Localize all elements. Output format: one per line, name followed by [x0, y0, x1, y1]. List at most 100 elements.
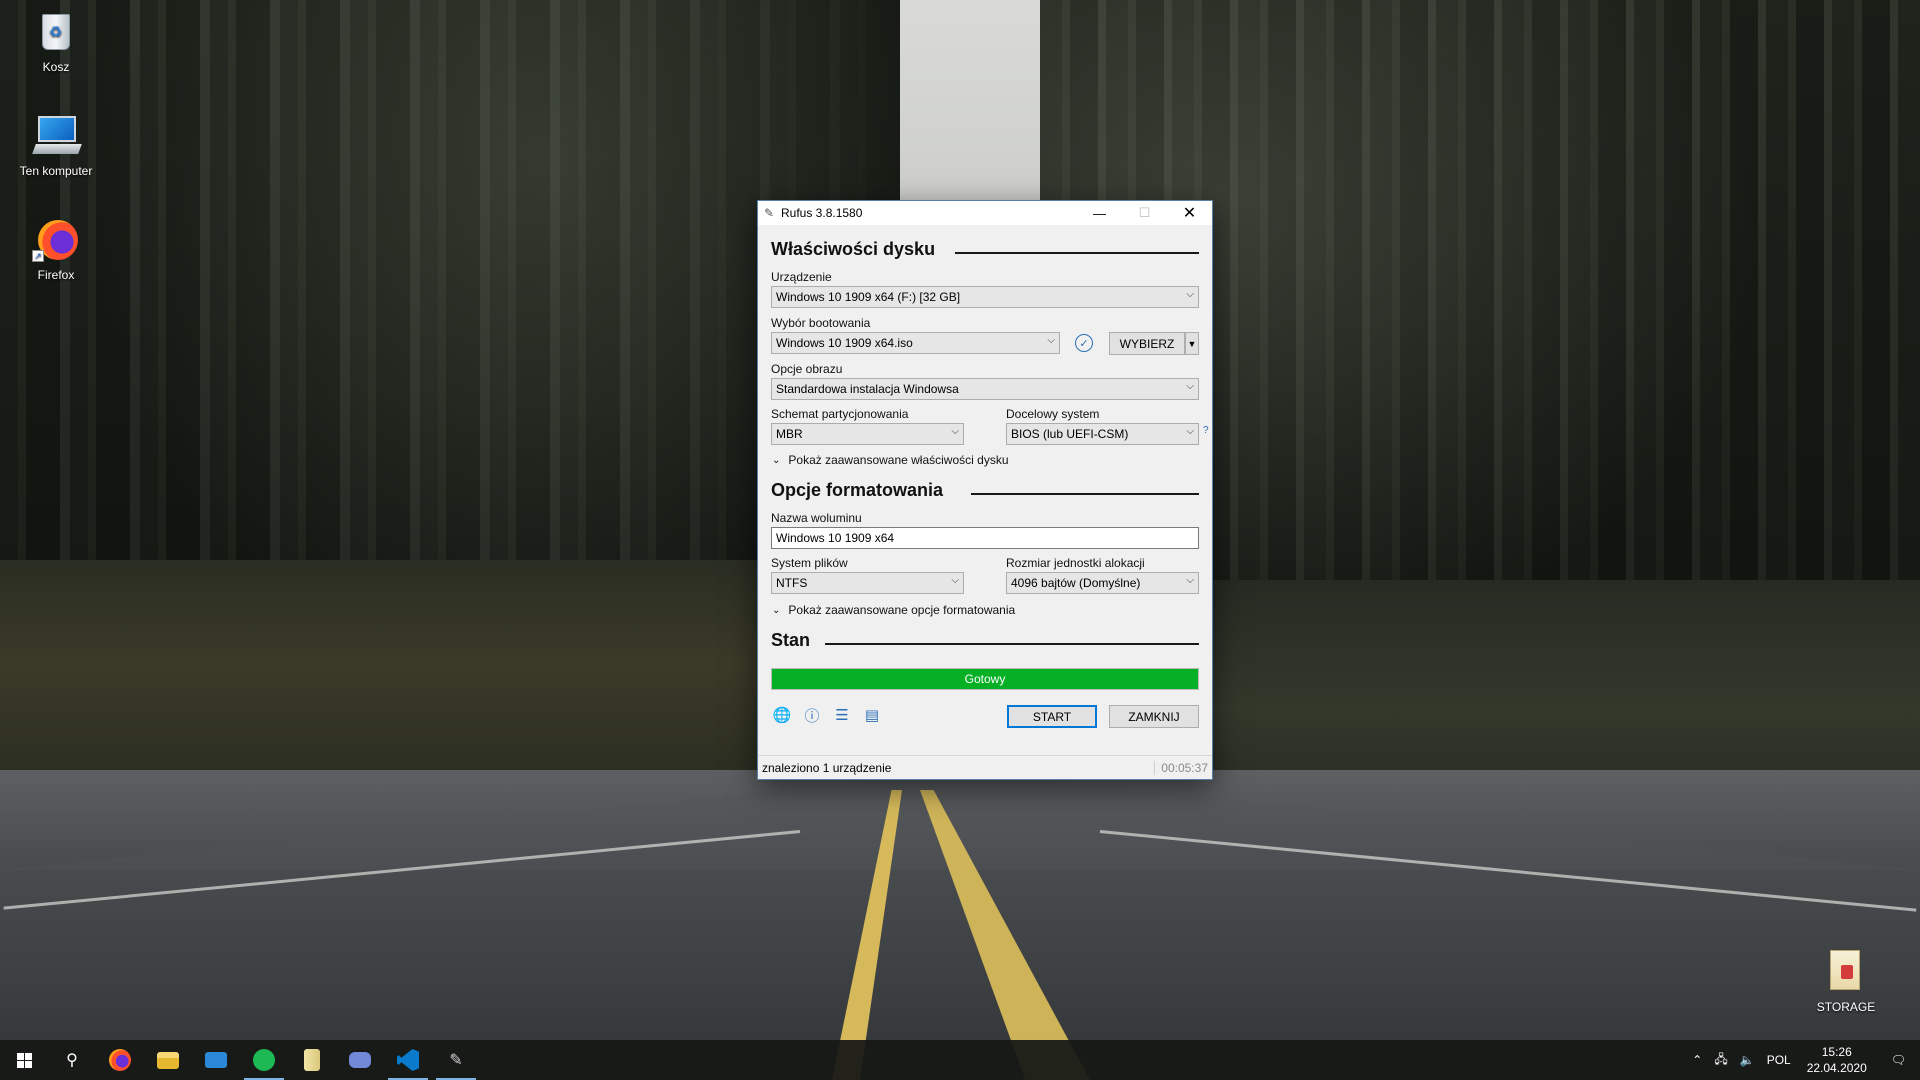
firefox-icon: ↗ [32, 216, 80, 264]
advanced-drive-properties-label: Pokaż zaawansowane właściwości dysku [788, 453, 1009, 467]
cluster-size-value: 4096 bajtów (Domyślne) [1011, 576, 1141, 590]
partition-scheme-value: MBR [776, 427, 803, 441]
select-button-label: WYBIERZ [1119, 336, 1175, 351]
close-button[interactable]: ZAMKNIJ [1109, 705, 1199, 728]
caret-down-icon: ▼ [1187, 338, 1197, 349]
boot-selection-value: Windows 10 1909 x64.iso [776, 336, 913, 350]
chevron-down-icon: ⌵ [1186, 575, 1194, 586]
maximize-icon: ☐ [1138, 205, 1151, 220]
recycle-bin-icon [32, 8, 80, 56]
search-icon: ⚲ [66, 1052, 78, 1069]
device-value: Windows 10 1909 x64 (F:) [32 GB] [776, 290, 961, 304]
clock-time: 15:26 [1821, 1045, 1852, 1059]
chevron-down-icon: ⌄ [772, 454, 781, 466]
image-option-value: Standardowa instalacja Windowsa [776, 382, 959, 396]
chevron-down-icon: ⌵ [1186, 426, 1194, 437]
start-button[interactable]: START [1007, 705, 1097, 728]
target-system-label: Docelowy system [1006, 407, 1100, 421]
chevron-down-icon: ⌵ [1186, 289, 1194, 300]
file-explorer-icon [157, 1051, 179, 1069]
elapsed-timer: 00:05:37 [1154, 761, 1208, 775]
vscode-icon [397, 1049, 419, 1071]
clock[interactable]: 15:26 22.04.2020 [1797, 1044, 1877, 1076]
taskbar-vscode[interactable] [384, 1040, 432, 1080]
computer-icon [32, 112, 82, 160]
taskbar: ⚲ ✎ ⌃ 🖧 🔈 POL 15:26 22.04.2020 🗨 [0, 1040, 1920, 1080]
target-system-value: BIOS (lub UEFI-CSM) [1011, 427, 1129, 441]
select-dropdown-button[interactable]: ▼ [1185, 332, 1199, 355]
log-table-icon[interactable]: ▤ [862, 705, 882, 725]
image-option-dropdown[interactable]: Standardowa instalacja Windowsa ⌵ [771, 378, 1199, 400]
device-label: Urządzenie [771, 270, 832, 284]
section-heading-status: Stan [771, 630, 811, 650]
window-body: Właściwości dysku Urządzenie Windows 10 … [758, 225, 1212, 755]
action-center-icon[interactable]: 🗨 [1877, 1053, 1920, 1067]
status-progress-bar: Gotowy [771, 668, 1199, 690]
taskbar-spotify[interactable] [240, 1040, 288, 1080]
rufus-window: ✎ Rufus 3.8.1580 — ☐ ✕ Właściwości dysku… [757, 200, 1213, 780]
partition-scheme-label: Schemat partycjonowania [771, 407, 909, 421]
taskbar-notepad[interactable] [288, 1040, 336, 1080]
tray-overflow-chevron-icon[interactable]: ⌃ [1686, 1053, 1708, 1067]
network-icon[interactable]: 🖧 [1708, 1050, 1733, 1071]
cluster-size-label: Rozmiar jednostki alokacji [1006, 556, 1145, 570]
taskbar-firefox[interactable] [96, 1040, 144, 1080]
spotify-icon [253, 1049, 275, 1071]
chevron-down-icon: ⌵ [1047, 335, 1055, 346]
device-dropdown[interactable]: Windows 10 1909 x64 (F:) [32 GB] ⌵ [771, 286, 1199, 308]
window-title: Rufus 3.8.1580 [781, 206, 863, 220]
volume-label-value: Windows 10 1909 x64 [776, 531, 895, 545]
advanced-format-options-label: Pokaż zaawansowane opcje formatowania [788, 603, 1016, 617]
minimize-icon: — [1093, 205, 1106, 221]
boot-selection-dropdown[interactable]: Windows 10 1909 x64.iso ⌵ [771, 332, 1060, 354]
desktop-icon-label: Ten komputer [19, 164, 93, 178]
storage-folder-icon [1822, 948, 1870, 996]
desktop-icon-label: STORAGE [1816, 1000, 1876, 1014]
file-system-dropdown[interactable]: NTFS ⌵ [771, 572, 964, 594]
window-titlebar[interactable]: ✎ Rufus 3.8.1580 — ☐ ✕ [758, 201, 1212, 225]
advanced-drive-properties-toggle[interactable]: ⌄ Pokaż zaawansowane właściwości dysku [772, 453, 1009, 467]
volume-label-label: Nazwa woluminu [771, 511, 862, 525]
desktop-icon-storage[interactable]: STORAGE [1806, 948, 1886, 1014]
language-globe-icon[interactable]: 🌐 [772, 705, 792, 725]
advanced-format-options-toggle[interactable]: ⌄ Pokaż zaawansowane opcje formatowania [772, 603, 1015, 617]
chevron-down-icon: ⌄ [772, 604, 781, 616]
windows-logo-icon [16, 1052, 32, 1068]
desktop-icon-label: Kosz [42, 60, 70, 74]
taskbar-discord[interactable] [336, 1040, 384, 1080]
taskbar-mail[interactable] [192, 1040, 240, 1080]
desktop-icon-firefox[interactable]: ↗ Firefox [16, 216, 96, 282]
maximize-button: ☐ [1122, 201, 1167, 225]
taskbar-rufus[interactable]: ✎ [432, 1040, 480, 1080]
about-info-icon[interactable]: ⓘ [802, 705, 822, 725]
notepad-icon [304, 1049, 320, 1071]
section-heading-drive-properties: Właściwości dysku [771, 239, 936, 259]
window-statusbar: znaleziono 1 urządzenie 00:05:37 [758, 755, 1212, 779]
start-menu-button[interactable] [0, 1040, 48, 1080]
settings-sliders-icon[interactable]: ☰ [832, 705, 852, 725]
target-system-dropdown[interactable]: BIOS (lub UEFI-CSM) ⌵ [1006, 423, 1199, 445]
desktop-icon-recycle-bin[interactable]: Kosz [16, 8, 96, 74]
desktop-icon-this-pc[interactable]: Ten komputer [16, 112, 96, 178]
input-language[interactable]: POL [1761, 1053, 1797, 1067]
verify-checksum-icon[interactable]: ✓ [1075, 334, 1093, 352]
discord-icon [349, 1052, 371, 1068]
system-tray: ⌃ 🖧 🔈 POL 15:26 22.04.2020 🗨 [1686, 1040, 1920, 1080]
file-system-label: System plików [771, 556, 848, 570]
mail-icon [205, 1052, 227, 1068]
volume-label-input[interactable]: Windows 10 1909 x64 [771, 527, 1199, 549]
minimize-button[interactable]: — [1077, 201, 1122, 225]
select-image-button[interactable]: WYBIERZ [1109, 332, 1185, 355]
clock-date: 22.04.2020 [1806, 1061, 1867, 1075]
desktop-icon-label: Firefox [37, 268, 75, 282]
taskbar-file-explorer[interactable] [144, 1040, 192, 1080]
volume-icon[interactable]: 🔈 [1734, 1053, 1761, 1067]
search-button[interactable]: ⚲ [48, 1040, 96, 1080]
file-system-value: NTFS [776, 576, 808, 590]
chevron-down-icon: ⌵ [951, 575, 959, 586]
close-window-button[interactable]: ✕ [1167, 201, 1212, 225]
partition-scheme-dropdown[interactable]: MBR ⌵ [771, 423, 964, 445]
target-system-help-icon[interactable]: ? [1203, 425, 1209, 436]
rufus-icon: ✎ [449, 1052, 463, 1069]
cluster-size-dropdown[interactable]: 4096 bajtów (Domyślne) ⌵ [1006, 572, 1199, 594]
